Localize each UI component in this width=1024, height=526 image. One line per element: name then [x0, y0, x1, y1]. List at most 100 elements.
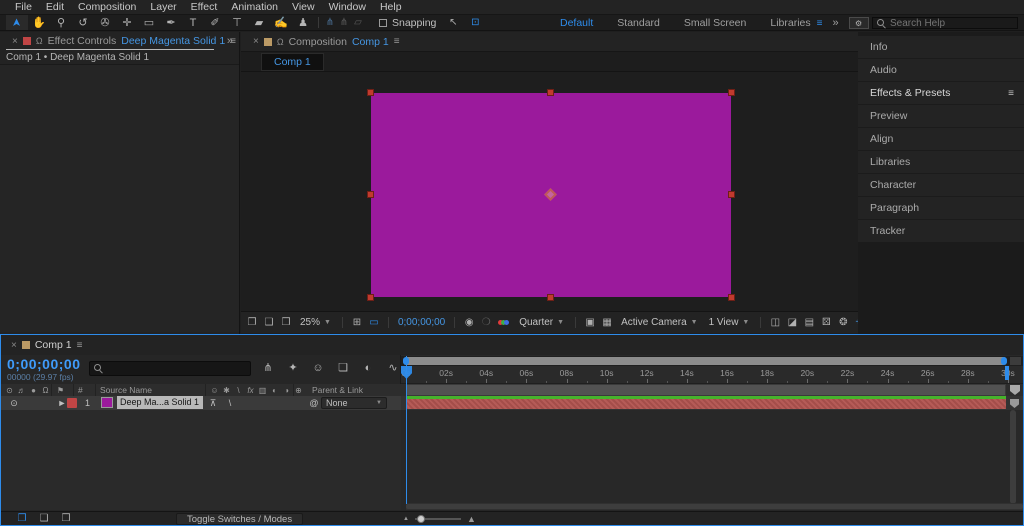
help-search-input[interactable]	[890, 18, 1013, 29]
layer-number-header[interactable]: #	[73, 384, 95, 396]
expand-inout-panes-icon[interactable]: ❒	[59, 513, 73, 524]
horizontal-scrollbar[interactable]	[406, 503, 1023, 510]
panel-overflow-chevron[interactable]: »	[227, 35, 233, 47]
take-snapshot-icon[interactable]: ◉	[462, 317, 476, 328]
sidebar-panel-preview[interactable]: Preview	[858, 105, 1024, 127]
viewer-lock-icon[interactable]: ❒	[279, 317, 293, 328]
magnification-dropdown[interactable]: 25%▼	[296, 316, 335, 329]
sidebar-panel-libraries[interactable]: Libraries	[858, 151, 1024, 173]
always-preview-icon[interactable]: ❐	[245, 317, 259, 328]
zoom-slider-knob[interactable]	[417, 515, 425, 523]
vertical-scrollbar[interactable]	[1010, 410, 1016, 504]
menu-edit[interactable]: Edit	[39, 0, 71, 14]
puppet-pin-tool-button[interactable]: ♟	[292, 15, 314, 30]
navigator-gutter-button[interactable]	[1010, 357, 1021, 365]
inactive-tool-3-icon[interactable]: ▱	[351, 17, 365, 28]
parent-link-header[interactable]: Parent & Link	[293, 384, 401, 396]
menu-layer[interactable]: Layer	[143, 0, 183, 14]
reset-exposure-icon[interactable]: ❂	[836, 317, 850, 328]
comp-mini-flowchart-icon[interactable]: ⋔	[261, 361, 275, 374]
frame-blend-switch-icon[interactable]: ▥	[258, 386, 267, 395]
layer-solid-color-chip[interactable]	[101, 397, 113, 408]
region-of-interest-icon[interactable]: ▣	[583, 317, 597, 328]
sidebar-panel-info[interactable]: Info	[858, 36, 1024, 58]
pan-behind-tool-button[interactable]: ✛	[116, 15, 138, 30]
time-navigator-bar[interactable]	[403, 357, 1007, 365]
fx-switch-icon[interactable]: fx	[246, 386, 255, 395]
lock-icon[interactable]: Ω	[277, 37, 284, 47]
composition-viewer[interactable]	[241, 72, 858, 311]
show-channel-icon[interactable]	[496, 320, 512, 325]
timeline-search-input[interactable]	[106, 363, 246, 374]
resolution-dropdown[interactable]: Quarter▼	[515, 316, 568, 329]
lock-icon[interactable]: Ω	[36, 36, 43, 46]
timeline-search-box[interactable]	[89, 361, 251, 376]
selection-handle[interactable]	[728, 294, 735, 301]
timeline-button-icon[interactable]: ▤	[802, 317, 816, 328]
brush-tool-button[interactable]: ✐	[204, 15, 226, 30]
transparency-grid-icon[interactable]: ▦	[600, 317, 614, 328]
viewer-tab-comp1[interactable]: Comp 1	[261, 53, 324, 71]
panel-menu-icon[interactable]: ≡	[77, 340, 83, 351]
snapping-checkbox[interactable]	[379, 19, 387, 27]
sidebar-panel-effects-presets[interactable]: Effects & Presets≡	[858, 82, 1024, 104]
rotation-tool-button[interactable]: ↺	[72, 15, 94, 30]
parent-dropdown[interactable]: None▼	[321, 397, 387, 409]
menu-composition[interactable]: Composition	[71, 0, 143, 14]
lock-icon[interactable]: Ω	[41, 386, 50, 395]
help-search-box[interactable]	[872, 17, 1018, 29]
workspace-standard[interactable]: Standard	[605, 17, 672, 29]
panel-menu-icon[interactable]: ≡	[1008, 88, 1014, 99]
layer-duration-bar[interactable]	[406, 399, 1006, 409]
toggle-switches-modes-button[interactable]: Toggle Switches / Modes	[176, 513, 303, 525]
zoom-out-icon[interactable]: ▲	[403, 516, 409, 522]
adjustment-switch-icon[interactable]: ◑	[282, 386, 291, 395]
roto-brush-tool-button[interactable]: ✍	[270, 15, 292, 30]
selection-handle[interactable]	[367, 89, 374, 96]
deep-magenta-solid-layer[interactable]	[371, 93, 731, 297]
menu-help[interactable]: Help	[373, 0, 409, 14]
menu-window[interactable]: Window	[322, 0, 373, 14]
work-area-bar[interactable]	[406, 384, 1006, 396]
parent-pickwhip-icon[interactable]: @	[307, 398, 321, 408]
capture-region-icon[interactable]: ⊡	[468, 17, 482, 28]
show-snapshot-icon[interactable]: ❍	[479, 317, 493, 328]
panel-menu-icon[interactable]: ≡	[394, 36, 400, 47]
snap-options-icon[interactable]: ↖	[446, 17, 460, 28]
close-icon[interactable]: ×	[12, 36, 18, 47]
workspace-default[interactable]: Default	[548, 17, 605, 29]
close-icon[interactable]: ×	[11, 340, 17, 351]
effect-controls-tab[interactable]: × Ω Effect Controls Deep Magenta Solid 1…	[0, 32, 239, 50]
primary-viewer-icon[interactable]: ❑	[262, 317, 276, 328]
video-eye-icon[interactable]: ⊙	[5, 386, 14, 395]
motion-blur-icon[interactable]: ◐	[361, 362, 375, 374]
camera-tool-button[interactable]: ✇	[94, 15, 116, 30]
layer-name[interactable]: Deep Ma...a Solid 1	[117, 396, 203, 409]
timeline-tab[interactable]: × Comp 1 ≡	[1, 335, 1023, 355]
mask-visibility-icon[interactable]: ▭	[367, 317, 381, 328]
menu-effect[interactable]: Effect	[184, 0, 225, 14]
inactive-tool-2-icon[interactable]: ⋔	[337, 17, 351, 28]
clone-stamp-tool-button[interactable]: ⊤	[226, 15, 248, 30]
current-time-display[interactable]: 0;00;00;00	[7, 356, 81, 372]
current-time-display[interactable]: 0;00;00;00	[396, 317, 447, 328]
sidebar-panel-tracker[interactable]: Tracker	[858, 220, 1024, 242]
shy-switch-icon[interactable]: ☺	[210, 386, 219, 395]
anchor-point[interactable]	[544, 188, 557, 201]
selection-handle[interactable]	[547, 89, 554, 96]
type-tool-button[interactable]: T	[182, 15, 204, 30]
zoom-slider-track[interactable]	[415, 518, 461, 520]
inactive-tool-1-icon[interactable]: ⋔	[323, 17, 337, 28]
layer-marker-icon[interactable]	[1010, 399, 1019, 408]
zoom-in-icon[interactable]: ▲	[467, 514, 476, 524]
navigator-end-handle[interactable]	[1001, 357, 1007, 365]
layer-quality-icon[interactable]: \	[223, 398, 237, 408]
workspace-small-screen[interactable]: Small Screen	[672, 17, 758, 29]
view-layout-dropdown[interactable]: 1 View▼	[705, 316, 754, 329]
graph-editor-icon[interactable]: ∿	[386, 361, 400, 374]
expand-transfer-controls-pane-icon[interactable]: ❑	[37, 513, 51, 524]
rectangle-tool-button[interactable]: ▭	[138, 15, 160, 30]
zoom-tool-button[interactable]: ⚲	[50, 15, 72, 30]
pen-tool-button[interactable]: ✒	[160, 15, 182, 30]
time-ruler[interactable]: 0s02s04s06s08s10s12s14s16s18s20s22s24s26…	[401, 366, 1023, 384]
